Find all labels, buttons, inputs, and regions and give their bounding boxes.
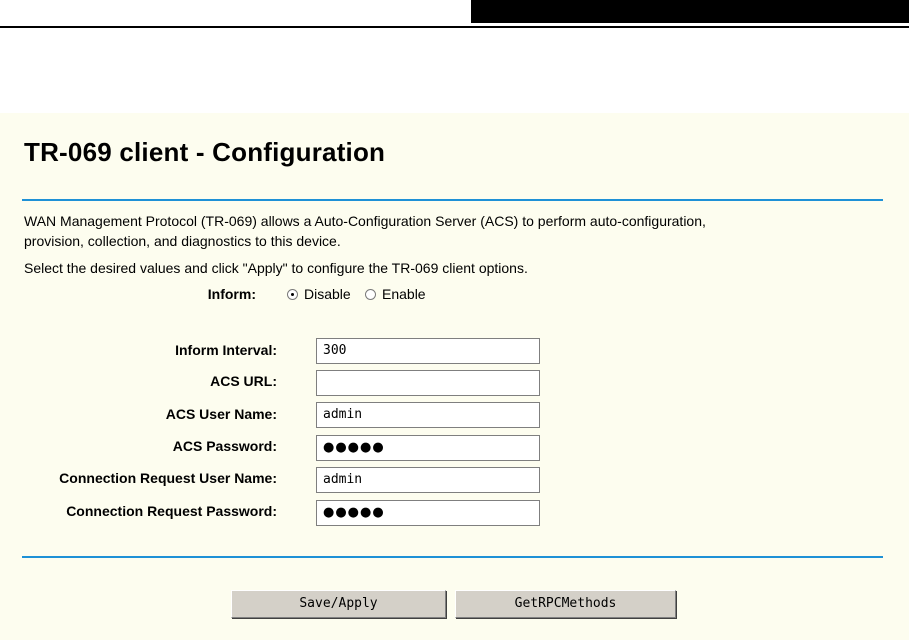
inform-interval-input[interactable]: 300 [316, 338, 540, 364]
acs-password-input[interactable]: ●●●●● [316, 435, 540, 461]
connection-request-password-input[interactable]: ●●●●● [316, 500, 540, 526]
get-rpc-methods-button[interactable]: GetRPCMethods [455, 590, 676, 618]
description-line-2: provision, collection, and diagnostics t… [24, 233, 341, 249]
divider-top [22, 199, 883, 201]
inform-disable-label: Disable [304, 286, 351, 302]
connection-request-password-label: Connection Request Password: [66, 503, 277, 519]
inform-interval-label: Inform Interval: [175, 342, 277, 358]
acs-username-input[interactable]: admin [316, 402, 540, 428]
config-panel: TR-069 client - Configuration WAN Manage… [0, 113, 909, 640]
connection-request-username-input[interactable]: admin [316, 467, 540, 493]
description-line-3: Select the desired values and click "App… [24, 260, 528, 276]
divider-bottom [22, 556, 883, 558]
description-line-1: WAN Management Protocol (TR-069) allows … [24, 213, 706, 229]
header-black-bar [471, 0, 909, 23]
inform-disable-option[interactable]: Disable [287, 286, 351, 302]
acs-password-label: ACS Password: [172, 438, 277, 454]
inform-enable-label: Enable [382, 286, 426, 302]
page-title: TR-069 client - Configuration [24, 137, 386, 167]
acs-url-label: ACS URL: [210, 373, 277, 389]
inform-enable-option[interactable]: Enable [365, 286, 426, 302]
connection-request-username-label: Connection Request User Name: [59, 470, 277, 486]
header-rule [0, 26, 909, 28]
inform-label: Inform: [207, 286, 256, 302]
inform-disable-radio[interactable] [287, 288, 298, 300]
inform-enable-radio[interactable] [365, 288, 376, 300]
save-apply-button[interactable]: Save/Apply [231, 590, 446, 618]
acs-url-input[interactable] [316, 370, 540, 396]
acs-username-label: ACS User Name: [165, 406, 277, 422]
